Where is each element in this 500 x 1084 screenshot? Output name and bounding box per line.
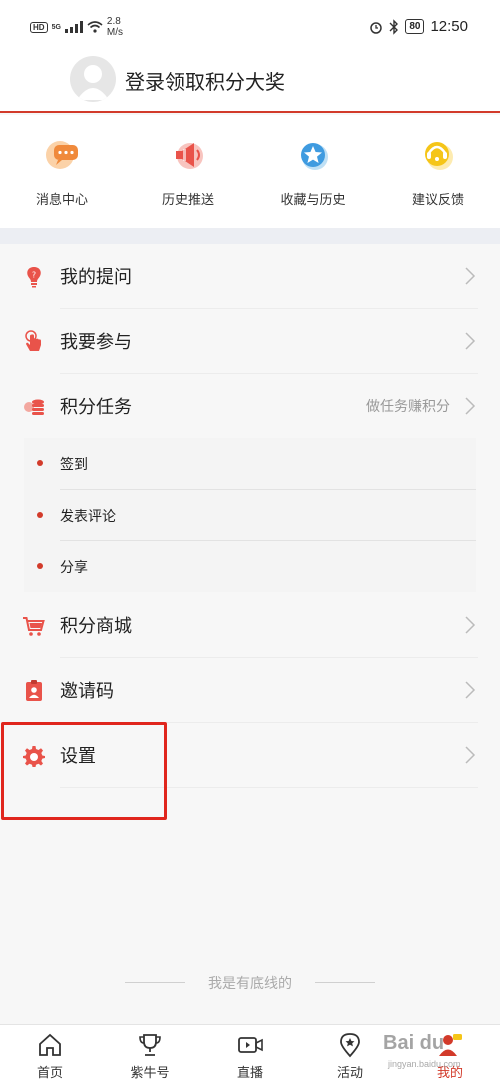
chevron-right-icon [465,681,476,699]
quick-item-messages[interactable]: 消息中心 [12,135,112,208]
megaphone-icon [176,143,203,169]
highlight-box [1,722,167,820]
status-right: 80 12:50 [369,18,468,35]
location-icon [340,1033,360,1058]
bullet-dot [37,512,43,518]
question-bulb-icon: ? [27,267,41,288]
svg-text:?: ? [32,271,36,280]
tab-label-ziniu: 紫牛号 [130,1065,170,1080]
star-icon [301,143,328,170]
watermark-sub: jingyan.baidu.com [388,1059,461,1069]
task-item-share[interactable]: 分享 [24,541,476,592]
tab-label-activity: 活动 [336,1065,363,1080]
alarm-icon [370,21,383,34]
network-label: 5G [51,23,61,31]
quick-label-feedback: 建议反馈 [411,192,464,207]
tab-label-home: 首页 [36,1065,63,1080]
cart-icon [23,617,45,636]
quick-actions: 消息中心 历史推送 收藏与历史 建议反馈 [0,115,500,228]
login-prompt[interactable]: 登录领取积分大奖 [125,66,285,95]
tab-activity[interactable]: 活动 [310,1031,390,1081]
quick-item-feedback[interactable]: 建议反馈 [388,135,488,208]
section-separator [0,228,500,244]
quick-item-push-history[interactable]: 历史推送 [138,135,238,208]
status-bar: HD 5G 2.8 M/s 80 12:50 [0,0,500,50]
feedback-icon [425,142,453,170]
menu-label-participate: 我要参与 [60,332,132,352]
coins-icon [24,399,44,415]
menu-hint-earn-points: 做任务赚积分 [366,398,450,414]
clock: 12:50 [430,18,468,35]
end-of-list: 我是有底线的 [0,968,500,998]
tab-home[interactable]: 首页 [10,1031,90,1081]
chevron-right-icon [465,332,476,350]
task-label-checkin: 签到 [60,456,88,472]
hand-pointer-icon [25,330,41,351]
task-item-comment[interactable]: 发表评论 [24,490,476,541]
avatar[interactable] [70,56,116,102]
default-avatar-icon [77,65,109,100]
quick-label-push-history: 历史推送 [161,192,214,207]
net-speed: 2.8 M/s [107,16,123,38]
menu-item-point-tasks[interactable]: 积分任务 做任务赚积分 [0,374,500,439]
end-line-right [315,982,375,983]
bullet-dot [37,460,43,466]
tab-ziniu[interactable]: 紫牛号 [110,1031,190,1081]
trophy-icon [139,1034,161,1056]
tab-label-live: 直播 [236,1065,263,1080]
menu-label-points-mall: 积分商城 [60,616,132,636]
end-of-list-text: 我是有底线的 [208,975,292,991]
wifi-icon [87,21,103,33]
profile-header[interactable]: 登录领取积分大奖 [0,50,500,113]
menu-label-point-tasks: 积分任务 [60,397,132,417]
task-label-share: 分享 [60,559,88,575]
menu-item-points-mall[interactable]: 积分商城 [0,593,500,658]
menu-label-invite-code: 邀请码 [60,681,114,701]
signal-icon [64,21,83,33]
menu-label-my-questions: 我的提问 [60,267,132,287]
chevron-right-icon [465,746,476,764]
menu-item-participate[interactable]: 我要参与 [0,309,500,374]
quick-label-messages: 消息中心 [35,192,88,207]
home-icon [39,1033,61,1056]
menu-item-my-questions[interactable]: ? 我的提问 [0,244,500,309]
hd-badge: HD [30,21,48,33]
speed-unit: M/s [106,27,124,38]
message-icon [46,141,78,169]
task-sublist: 签到 发表评论 分享 [24,438,476,592]
speed-value: 2.8 [106,16,121,27]
id-badge-icon [26,680,42,701]
quick-label-favorites: 收藏与历史 [280,192,346,207]
bluetooth-icon [389,18,399,35]
chevron-right-icon [465,616,476,634]
chevron-right-icon [465,397,476,415]
menu-item-invite-code[interactable]: 邀请码 [0,658,500,723]
quick-item-favorites[interactable]: 收藏与历史 [263,135,363,208]
bullet-dot [37,563,43,569]
chevron-right-icon [465,267,476,285]
video-icon [238,1037,263,1053]
task-label-comment: 发表评论 [60,508,116,524]
status-left: HD 5G 2.8 M/s [30,16,123,38]
battery-indicator: 80 [405,19,425,34]
tab-live[interactable]: 直播 [210,1031,290,1081]
task-item-checkin[interactable]: 签到 [24,438,476,489]
watermark: Bai du [383,1032,445,1054]
